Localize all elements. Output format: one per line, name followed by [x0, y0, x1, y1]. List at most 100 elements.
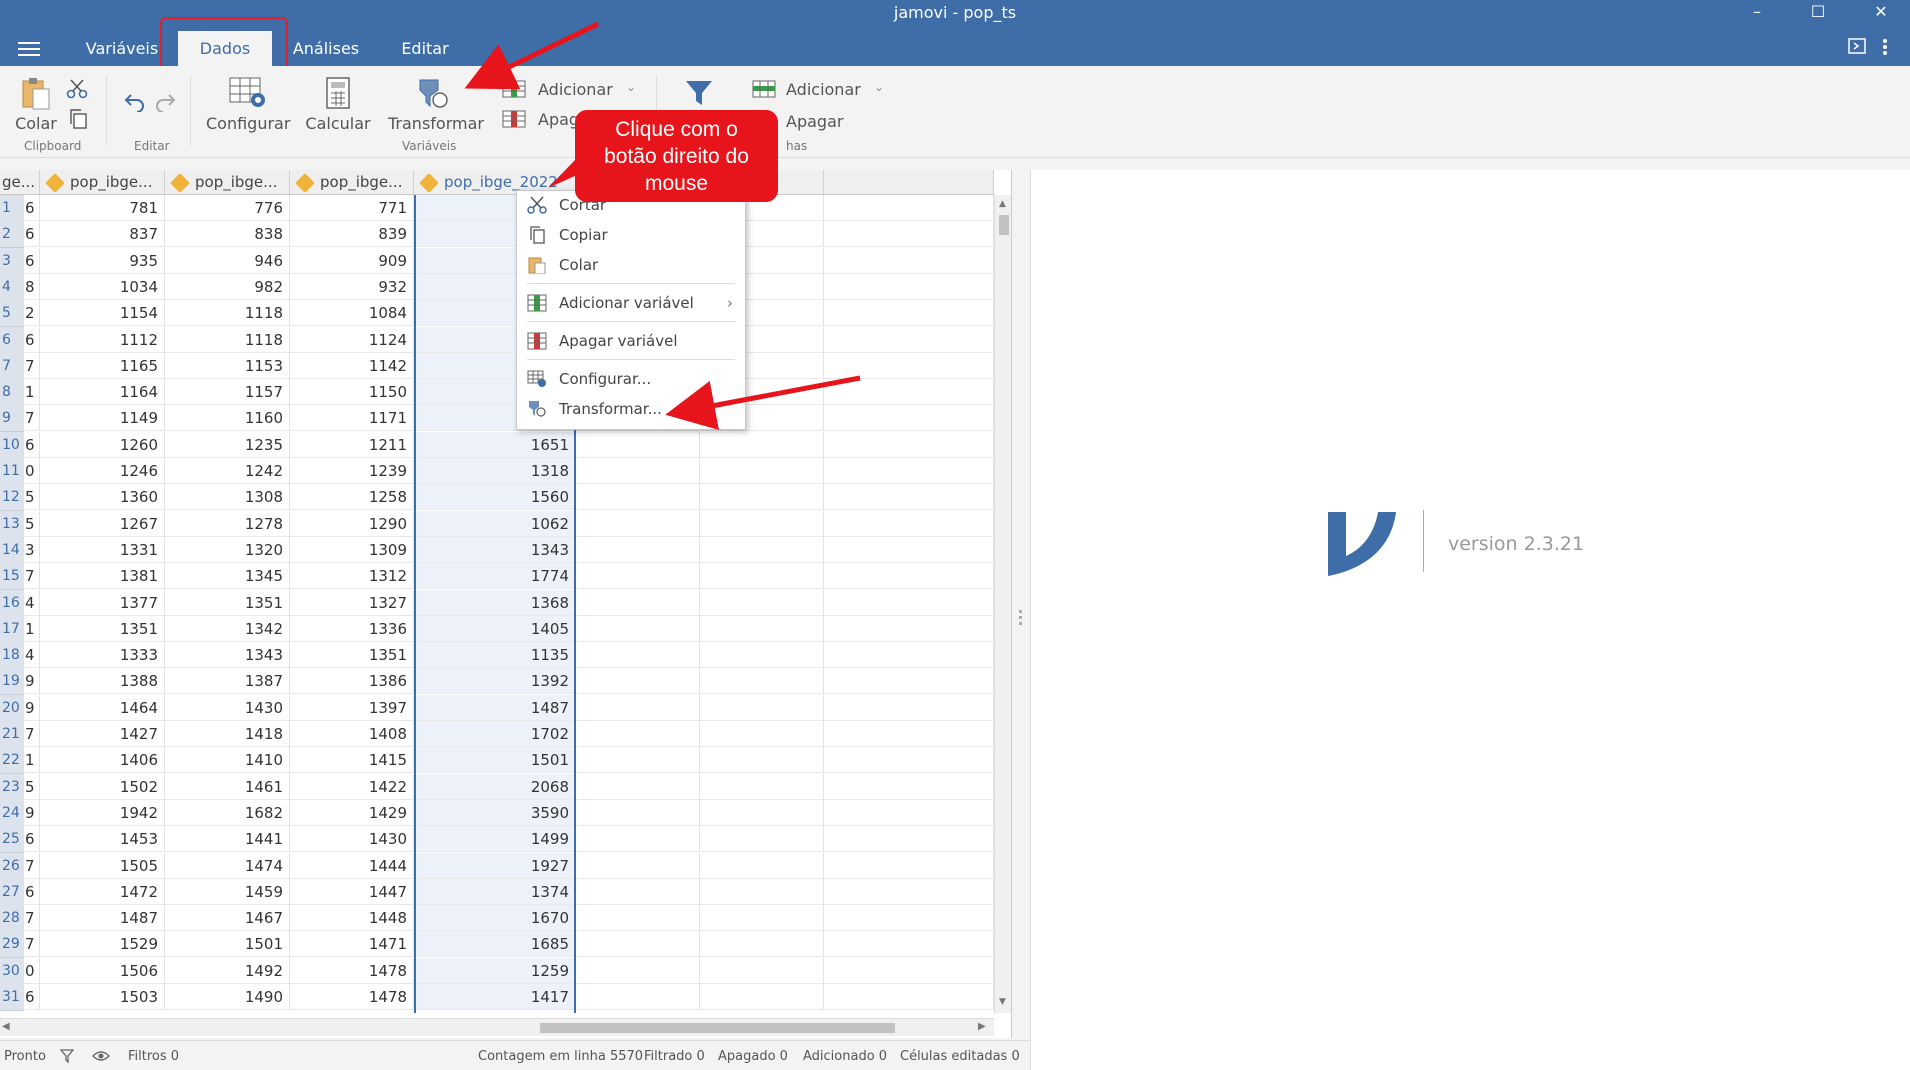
- empty-cell[interactable]: [824, 484, 994, 511]
- row-number[interactable]: 29: [0, 931, 24, 959]
- table-cell[interactable]: 1242: [165, 458, 290, 484]
- table-cell[interactable]: 946: [165, 247, 290, 274]
- table-cell[interactable]: 0: [24, 957, 40, 984]
- empty-cell[interactable]: [824, 773, 994, 800]
- table-cell[interactable]: 1467: [165, 905, 290, 932]
- empty-cell[interactable]: [576, 484, 700, 511]
- row-number[interactable]: 10: [0, 431, 24, 459]
- empty-cell[interactable]: [824, 642, 994, 669]
- menu-item-configurar[interactable]: Configurar...: [517, 365, 745, 393]
- table-cell[interactable]: 1417: [414, 984, 576, 1010]
- column-header[interactable]: pop_ibge...: [290, 170, 414, 195]
- row-number[interactable]: 6: [0, 326, 24, 354]
- configure-button[interactable]: Configurar: [206, 76, 290, 133]
- filter-icon[interactable]: [60, 1049, 74, 1063]
- table-cell[interactable]: 1415: [290, 747, 414, 774]
- row-number[interactable]: 11: [0, 458, 24, 485]
- empty-cell[interactable]: [576, 747, 700, 774]
- table-cell[interactable]: 1259: [414, 957, 576, 984]
- table-cell[interactable]: 1246: [40, 458, 165, 484]
- empty-cell[interactable]: [824, 563, 994, 590]
- empty-cell[interactable]: [700, 799, 824, 826]
- table-cell[interactable]: 1387: [165, 668, 290, 695]
- horizontal-scroll-thumb[interactable]: [540, 1023, 895, 1033]
- table-cell[interactable]: 6: [24, 326, 40, 353]
- table-cell[interactable]: 1444: [290, 852, 414, 879]
- table-cell[interactable]: 1333: [40, 642, 165, 669]
- table-cell[interactable]: 982: [165, 273, 290, 300]
- table-cell[interactable]: 1142: [290, 352, 414, 379]
- table-cell[interactable]: 1670: [414, 905, 576, 932]
- table-cell[interactable]: 1459: [165, 878, 290, 905]
- transform-button[interactable]: Transformar: [388, 76, 484, 133]
- empty-cell[interactable]: [576, 905, 700, 932]
- empty-cell[interactable]: [576, 984, 700, 1010]
- table-cell[interactable]: 1560: [414, 484, 576, 511]
- row-number[interactable]: 24: [0, 799, 24, 827]
- table-cell[interactable]: 1422: [290, 773, 414, 800]
- row-number[interactable]: 23: [0, 773, 24, 801]
- table-cell[interactable]: 1377: [40, 589, 165, 616]
- empty-cell[interactable]: [700, 984, 824, 1010]
- table-cell[interactable]: 6: [24, 247, 40, 274]
- results-mode-icon[interactable]: [1848, 38, 1866, 54]
- table-cell[interactable]: 1927: [414, 852, 576, 879]
- empty-cell[interactable]: [576, 694, 700, 721]
- row-number[interactable]: 2: [0, 221, 24, 249]
- empty-cell[interactable]: [824, 694, 994, 721]
- table-cell[interactable]: 7: [24, 931, 40, 958]
- more-options-icon[interactable]: [1882, 38, 1888, 56]
- table-cell[interactable]: 1360: [40, 484, 165, 511]
- table-cell[interactable]: 932: [290, 273, 414, 300]
- scroll-up-icon[interactable]: ▲: [999, 199, 1006, 209]
- empty-cell[interactable]: [700, 589, 824, 616]
- table-cell[interactable]: 837: [40, 221, 165, 248]
- table-cell[interactable]: 1258: [290, 484, 414, 511]
- table-cell[interactable]: 6: [24, 826, 40, 853]
- table-cell[interactable]: 1153: [165, 352, 290, 379]
- table-cell[interactable]: 8: [24, 273, 40, 300]
- table-cell[interactable]: 1112: [40, 326, 165, 353]
- table-cell[interactable]: 771: [290, 195, 414, 221]
- table-cell[interactable]: 1529: [40, 931, 165, 958]
- table-cell[interactable]: 6: [24, 431, 40, 458]
- table-cell[interactable]: 1501: [414, 747, 576, 774]
- empty-cell[interactable]: [576, 957, 700, 984]
- empty-cell[interactable]: [700, 668, 824, 695]
- table-cell[interactable]: 1487: [40, 905, 165, 932]
- row-number[interactable]: 28: [0, 905, 24, 933]
- row-number[interactable]: 15: [0, 563, 24, 591]
- table-cell[interactable]: 1478: [290, 984, 414, 1010]
- table-cell[interactable]: 1392: [414, 668, 576, 695]
- row-number[interactable]: 16: [0, 589, 24, 617]
- column-header[interactable]: pop_ibge...: [165, 170, 290, 195]
- table-cell[interactable]: 1397: [290, 694, 414, 721]
- table-cell[interactable]: 1309: [290, 536, 414, 563]
- row-number[interactable]: 14: [0, 536, 24, 564]
- empty-cell[interactable]: [576, 431, 700, 458]
- delete-row-label[interactable]: Apagar: [786, 112, 843, 131]
- table-cell[interactable]: 1278: [165, 510, 290, 537]
- row-number[interactable]: 3: [0, 247, 24, 275]
- table-cell[interactable]: 1118: [165, 326, 290, 353]
- row-number[interactable]: 13: [0, 510, 24, 538]
- empty-cell[interactable]: [824, 247, 994, 274]
- table-cell[interactable]: 776: [165, 195, 290, 221]
- empty-cell[interactable]: [824, 536, 994, 563]
- empty-cell[interactable]: [824, 352, 994, 379]
- panel-resize-handle[interactable]: [1019, 610, 1023, 628]
- column-header[interactable]: pop_ibge...: [40, 170, 165, 195]
- row-number[interactable]: 7: [0, 352, 24, 380]
- table-cell[interactable]: 1682: [165, 799, 290, 826]
- empty-cell[interactable]: [700, 510, 824, 537]
- row-number[interactable]: 25: [0, 826, 24, 854]
- table-cell[interactable]: 1381: [40, 563, 165, 590]
- table-cell[interactable]: 7: [24, 352, 40, 379]
- table-cell[interactable]: 909: [290, 247, 414, 274]
- empty-cell[interactable]: [576, 563, 700, 590]
- empty-cell[interactable]: [824, 405, 994, 432]
- table-cell[interactable]: 1471: [290, 931, 414, 958]
- empty-cell[interactable]: [824, 379, 994, 406]
- row-number[interactable]: 22: [0, 747, 24, 775]
- row-number[interactable]: 26: [0, 852, 24, 880]
